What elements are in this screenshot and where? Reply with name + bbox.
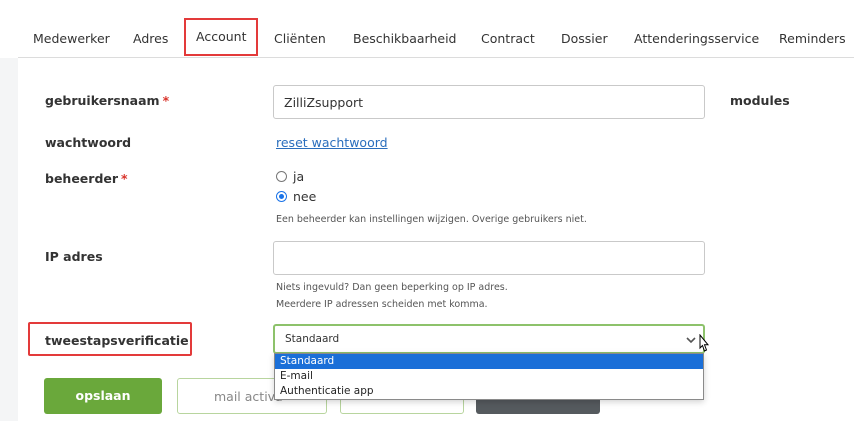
- ip-help-text-1: Niets ingevuld? Dan geen beperking op IP…: [276, 282, 508, 293]
- admin-label: beheerder *: [45, 171, 128, 186]
- modules-label: modules: [730, 93, 790, 108]
- password-label: wachtwoord: [45, 135, 132, 150]
- tab-contract[interactable]: Contract: [481, 21, 535, 57]
- tab-clienten[interactable]: Cliënten: [274, 21, 326, 57]
- radio-button[interactable]: [276, 171, 287, 182]
- tab-reminders[interactable]: Reminders: [779, 21, 846, 57]
- admin-radio-nee[interactable]: nee: [276, 189, 316, 204]
- ip-input[interactable]: [273, 241, 705, 275]
- tab-bar: Medewerker Adres Account Cliënten Beschi…: [0, 0, 854, 58]
- tab-dossier[interactable]: Dossier: [561, 21, 608, 57]
- twofa-option-email[interactable]: E-mail: [275, 369, 703, 384]
- twofa-select[interactable]: Standaard: [273, 324, 705, 354]
- mouse-cursor-icon: [699, 334, 710, 352]
- ip-help-text-2: Meerdere IP adressen scheiden met komma.: [276, 299, 488, 310]
- account-panel: gebruikersnaam* modules wachtwoord reset…: [18, 58, 854, 421]
- username-label: gebruikersnaam *: [45, 93, 170, 108]
- tab-adres[interactable]: Adres: [133, 21, 168, 57]
- ip-label: IP adres: [45, 249, 103, 264]
- twofa-dropdown: Standaard E-mail Authenticatie app: [274, 353, 704, 400]
- admin-radio-ja[interactable]: ja: [276, 169, 304, 184]
- tab-beschikbaarheid[interactable]: Beschikbaarheid: [353, 21, 456, 57]
- admin-help-text: Een beheerder kan instellingen wijzigen.…: [276, 214, 587, 225]
- tab-attenderingsservice[interactable]: Attenderingsservice: [634, 21, 759, 57]
- twofa-option-standaard[interactable]: Standaard: [275, 354, 703, 369]
- radio-button-checked[interactable]: [276, 191, 287, 202]
- tab-account[interactable]: Account: [184, 18, 259, 56]
- twofa-option-authenticatie-app[interactable]: Authenticatie app: [275, 384, 703, 399]
- tab-medewerker[interactable]: Medewerker: [33, 21, 110, 57]
- reset-password-link[interactable]: reset wachtwoord: [276, 135, 388, 150]
- twofa-label: tweestapsverificatie: [45, 333, 189, 348]
- save-button[interactable]: opslaan: [44, 378, 162, 414]
- username-input[interactable]: [273, 85, 705, 119]
